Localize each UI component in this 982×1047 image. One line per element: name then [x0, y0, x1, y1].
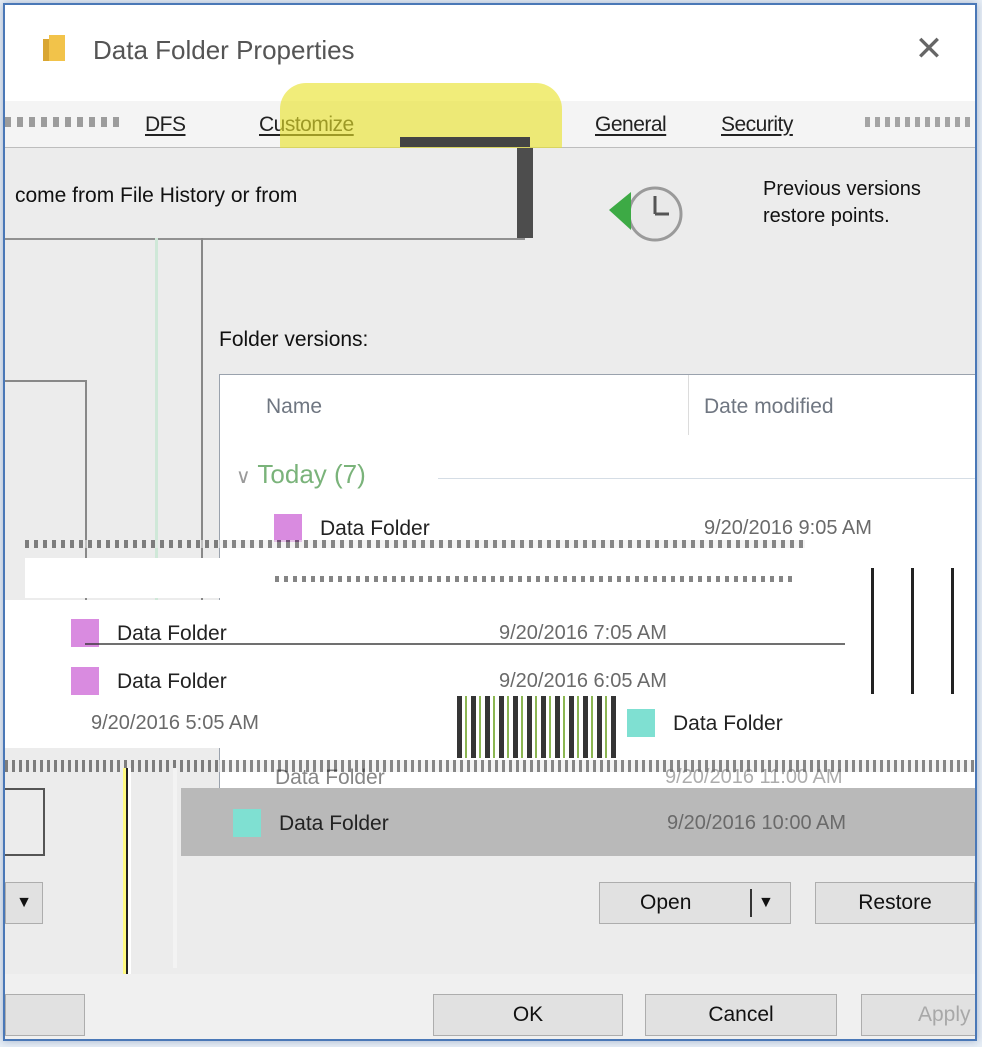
list-item[interactable]: Data Folder 9/20/2016 10:00 AM — [181, 804, 975, 844]
dialog-footer: OK Cancel Apply — [5, 974, 975, 1039]
column-header-date[interactable]: Date modified — [704, 395, 834, 419]
description-left: come from File History or from — [15, 184, 298, 207]
restore-button-label: Restore — [858, 891, 932, 914]
item-name: Data Folder — [117, 670, 227, 693]
previous-versions-panel: come from File History or from Previous … — [5, 148, 975, 1039]
item-name: Data Folder — [320, 517, 430, 540]
item-name: Data Folder — [279, 812, 389, 835]
folder-icon — [627, 709, 655, 737]
folder-icon — [233, 809, 261, 837]
title-bar: Data Folder Properties ✕ — [5, 5, 975, 93]
item-name: Data Folder — [673, 712, 783, 735]
tab-fragment — [865, 117, 975, 127]
description-right-line2: restore points. — [763, 205, 890, 227]
item-date: 9/20/2016 7:05 AM — [499, 622, 667, 644]
description-right: Previous versions restore points. — [763, 176, 921, 230]
folder-icon — [71, 667, 99, 695]
tab-dfs[interactable]: DFS — [145, 113, 186, 137]
folder-icon — [43, 35, 65, 61]
tab-security[interactable]: Security — [721, 113, 793, 137]
item-date: 9/20/2016 5:05 AM — [91, 712, 259, 734]
glitch-band — [25, 540, 805, 548]
folder-versions-label: Folder versions: — [219, 328, 369, 351]
vertical-line — [123, 768, 131, 1008]
item-date: 9/20/2016 6:05 AM — [499, 670, 667, 692]
group-header-today[interactable]: ∨ Today (7) — [236, 459, 366, 490]
list-item[interactable]: 9/20/2016 5:05 AM Data Folder — [5, 704, 975, 744]
dropdown-button[interactable]: ▼ — [5, 882, 43, 924]
row-divider — [85, 643, 845, 645]
list-item[interactable]: Data Folder 9/20/2016 7:05 AM — [5, 614, 855, 654]
dropdown-arrow-icon: ▼ — [16, 894, 32, 911]
close-icon: ✕ — [914, 30, 944, 68]
apply-button[interactable]: Apply — [861, 994, 975, 1036]
cancel-button-label: Cancel — [708, 1003, 774, 1026]
chevron-down-icon: ∨ — [236, 466, 251, 488]
cancel-button[interactable]: Cancel — [645, 994, 837, 1036]
ok-button-label: OK — [512, 1003, 544, 1026]
open-button[interactable]: Open ▼ — [599, 882, 791, 924]
item-date: 9/20/2016 10:00 AM — [667, 812, 847, 834]
properties-dialog: Data Folder Properties ✕ DFS Customize G… — [3, 3, 977, 1041]
tab-general[interactable]: General — [595, 113, 667, 137]
apply-button-label: Apply — [918, 1003, 971, 1026]
right-stripes — [857, 568, 975, 694]
close-button[interactable]: ✕ — [903, 23, 955, 75]
item-name: Data Folder — [275, 766, 385, 789]
dark-bar — [400, 137, 530, 147]
group-divider — [438, 478, 975, 479]
restore-button[interactable]: Restore — [815, 882, 975, 924]
vertical-line — [173, 768, 177, 968]
open-dropdown-arrow-icon[interactable]: ▼ — [758, 894, 774, 912]
ok-button[interactable]: OK — [433, 994, 623, 1036]
glitch-band — [275, 576, 795, 582]
window-title: Data Folder Properties — [93, 35, 355, 65]
dark-column — [517, 148, 533, 238]
column-header-name[interactable]: Name — [266, 395, 322, 419]
item-date: 9/20/2016 11:00 AM — [665, 766, 843, 788]
description-right-line1: Previous versions — [763, 178, 921, 200]
tab-fragment — [5, 117, 123, 127]
description-divider — [5, 238, 525, 240]
left-pane — [5, 788, 45, 856]
column-separator — [688, 375, 689, 435]
partial-button[interactable] — [5, 994, 85, 1036]
clock-restore-icon — [609, 186, 683, 242]
group-label: Today (7) — [257, 459, 366, 489]
open-button-label: Open — [640, 891, 692, 914]
open-split-divider — [750, 889, 752, 917]
item-date: 9/20/2016 9:05 AM — [704, 517, 872, 539]
